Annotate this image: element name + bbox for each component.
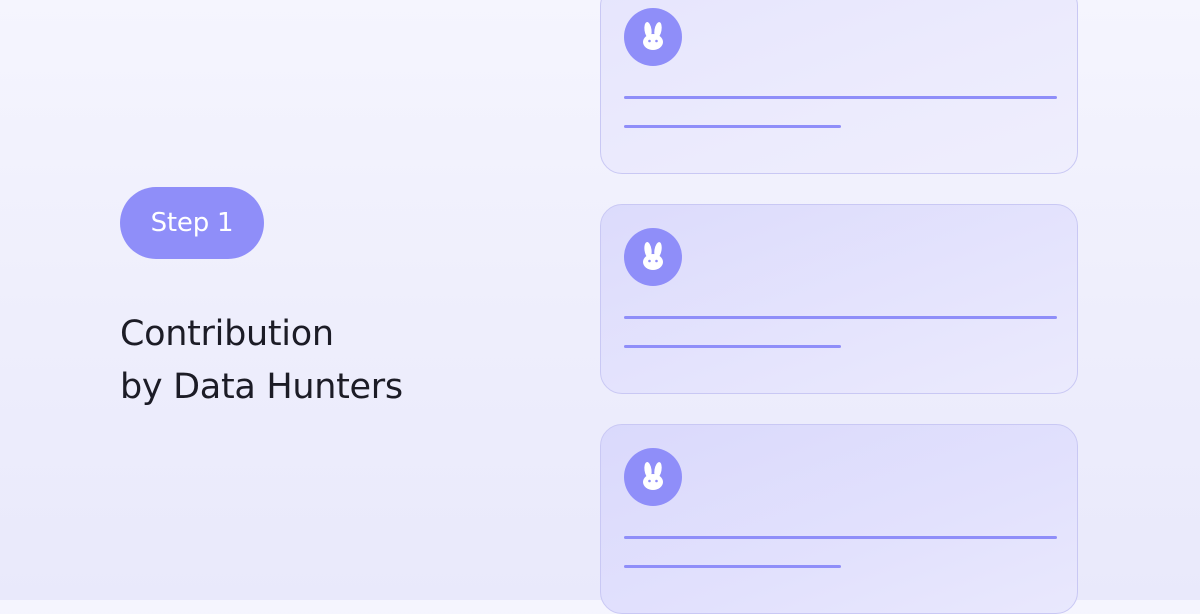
contribution-card	[600, 424, 1078, 614]
page-title: Contribution by Data Hunters	[120, 308, 403, 414]
text-placeholder-line	[624, 345, 841, 348]
bunny-icon	[643, 242, 663, 270]
avatar	[624, 8, 682, 66]
bunny-icon	[643, 22, 663, 50]
text-placeholder-line	[624, 316, 1057, 319]
step-badge: Step 1	[120, 187, 264, 259]
step-label: Step 1	[150, 208, 234, 238]
title-line-1: Contribution	[120, 314, 334, 354]
text-placeholder-line	[624, 565, 841, 568]
contribution-card	[600, 0, 1078, 174]
text-placeholder-line	[624, 125, 841, 128]
title-line-2: by Data Hunters	[120, 367, 403, 407]
text-placeholder-line	[624, 96, 1057, 99]
bunny-icon	[643, 462, 663, 490]
avatar	[624, 228, 682, 286]
contribution-card	[600, 204, 1078, 394]
avatar	[624, 448, 682, 506]
text-placeholder-line	[624, 536, 1057, 539]
